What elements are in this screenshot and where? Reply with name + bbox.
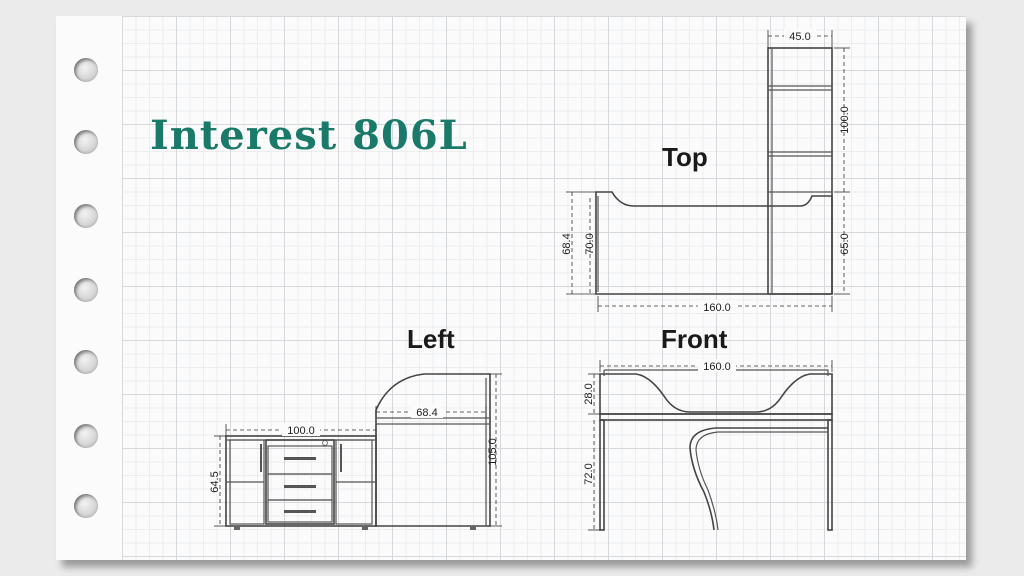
modesty-panel xyxy=(689,427,828,531)
top-view: Top 45.0 100.0 65.0 160.0 68.4 70.0 xyxy=(561,29,851,314)
desk-side-outline xyxy=(375,373,491,527)
technical-drawing: Top 45.0 100.0 65.0 160.0 68.4 70.0 Left… xyxy=(209,29,851,531)
dim-shelf-depth: 100.0 xyxy=(839,106,851,134)
front-view: Front 160.0 28.0 72.0 xyxy=(583,324,833,531)
lock-icon xyxy=(322,440,328,446)
desk-leg-right xyxy=(827,419,833,531)
dim-top-depth: 68.4 xyxy=(416,407,437,419)
foot xyxy=(362,526,368,530)
left-view: Left 100.0 68.4 64.5 105.0 xyxy=(209,324,502,530)
drawer-handle xyxy=(284,510,316,513)
dim-front-width: 160.0 xyxy=(703,361,731,373)
dim-shelf-width: 45.0 xyxy=(789,31,810,43)
left-view-label: Left xyxy=(407,324,455,354)
desk-leg-left xyxy=(599,419,605,531)
foot xyxy=(470,526,476,530)
hutch-outline xyxy=(599,373,833,415)
dim-return-depth: 65.0 xyxy=(839,233,851,254)
door-handle xyxy=(260,444,262,472)
drawer-handle xyxy=(284,457,316,460)
modesty-panel-inner xyxy=(695,431,828,531)
foot xyxy=(234,526,240,530)
door-handle xyxy=(340,444,342,472)
desk-top-slab xyxy=(599,413,833,421)
dim-cabinet-width: 100.0 xyxy=(287,425,315,437)
desk-top-outline xyxy=(595,191,833,295)
dim-depth-inner: 70.0 xyxy=(584,233,596,254)
dim-total-height: 105.0 xyxy=(487,438,499,466)
front-view-label: Front xyxy=(661,324,728,354)
top-view-label: Top xyxy=(662,142,708,172)
dim-depth-outer: 68.4 xyxy=(561,233,573,254)
dim-lower-height: 72.0 xyxy=(583,463,595,484)
dim-desk-width: 160.0 xyxy=(703,302,731,314)
dim-cabinet-height: 64.5 xyxy=(209,471,221,492)
shelf-tower-outline xyxy=(767,47,833,295)
drawer-handle xyxy=(284,485,316,488)
dim-upper-height: 28.0 xyxy=(583,383,595,404)
